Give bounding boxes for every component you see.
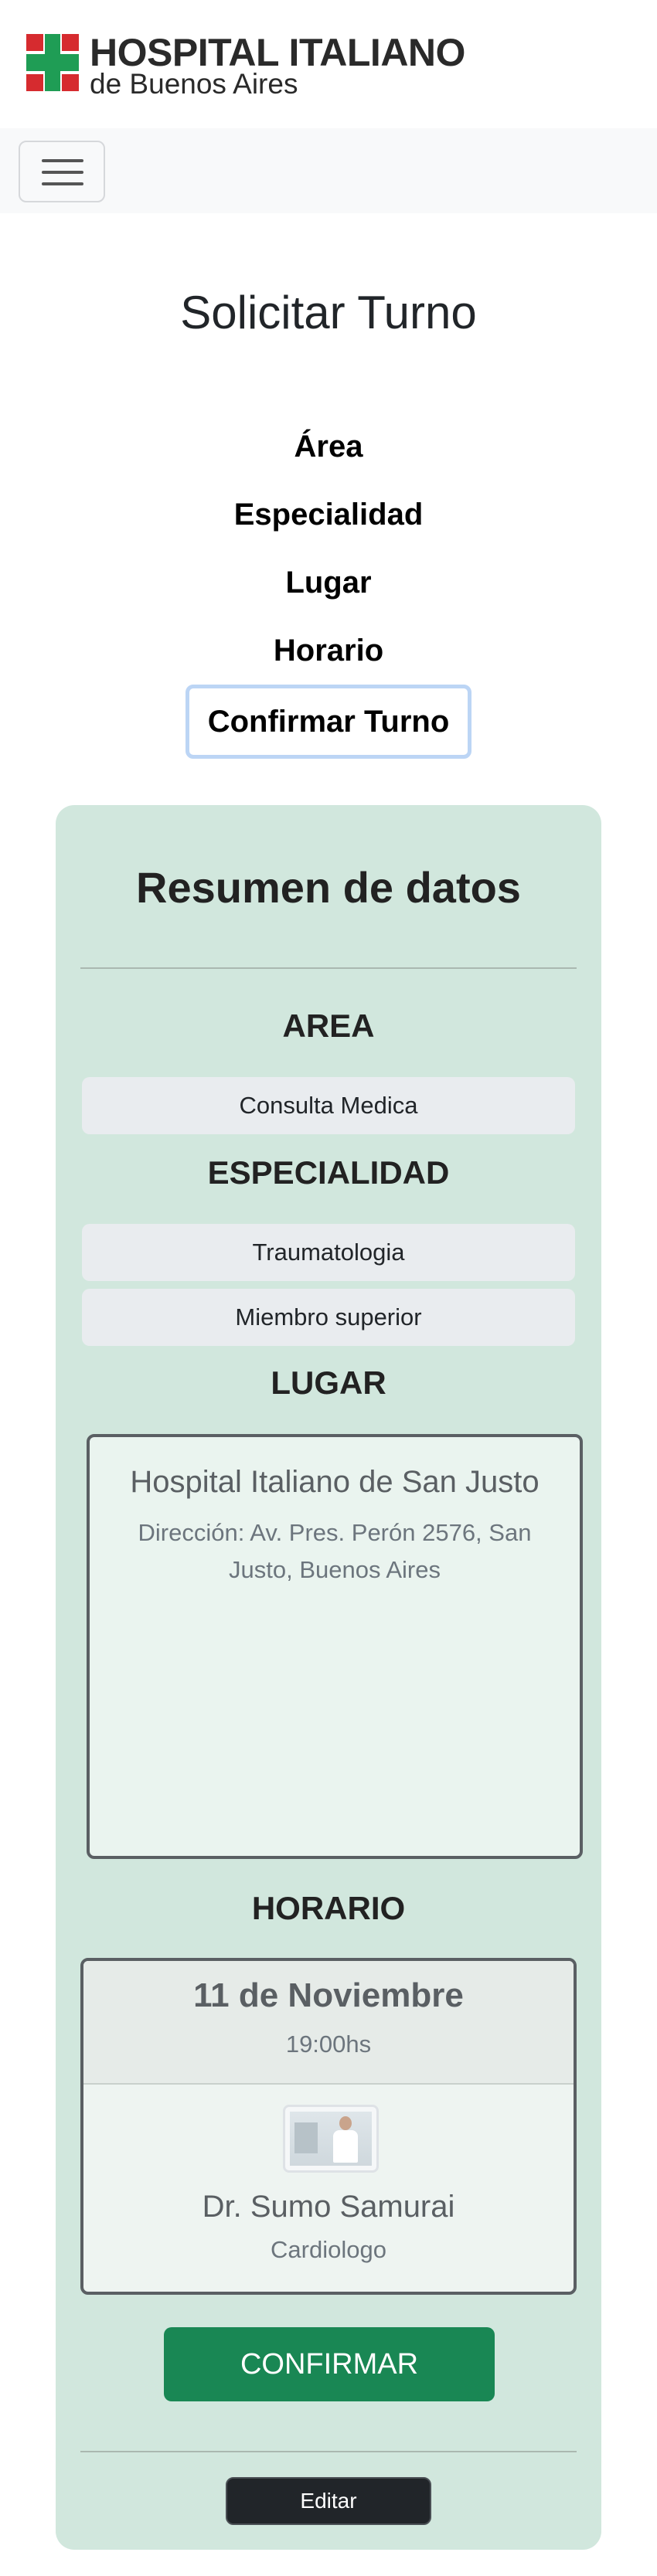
- area-value: Consulta Medica: [82, 1077, 575, 1134]
- place-address: Dirección: Av. Pres. Perón 2576, San Jus…: [138, 1519, 532, 1583]
- confirm-button[interactable]: CONFIRMAR: [164, 2327, 495, 2401]
- step-especialidad[interactable]: Especialidad: [0, 498, 657, 532]
- hamburger-menu-icon: [42, 159, 83, 162]
- step-area[interactable]: Área: [0, 430, 657, 464]
- logo-line-2: de Buenos Aires: [90, 68, 298, 100]
- doctor-name: Dr. Sumo Samurai: [202, 2190, 455, 2224]
- navbar: [0, 128, 657, 213]
- menu-toggle-button[interactable]: [19, 141, 105, 202]
- divider: [80, 967, 577, 969]
- logo-text: HOSPITAL ITALIANO de Buenos Aires: [90, 31, 465, 100]
- step-horario[interactable]: Horario: [0, 634, 657, 668]
- hospital-logo[interactable]: HOSPITAL ITALIANO de Buenos Aires: [26, 31, 465, 100]
- page-title: Solicitar Turno: [180, 287, 477, 338]
- especialidad-heading: ESPECIALIDAD: [207, 1154, 450, 1191]
- place-name: Hospital Italiano de San Justo: [130, 1465, 540, 1499]
- step-confirmar-turno[interactable]: Confirmar Turno: [186, 685, 471, 759]
- summary-card: Resumen de datos AREA Consulta Medica ES…: [56, 805, 601, 2550]
- step-lugar[interactable]: Lugar: [0, 566, 657, 600]
- doctor-specialty: Cardiologo: [271, 2236, 386, 2263]
- summary-title: Resumen de datos: [136, 863, 521, 912]
- lugar-heading: LUGAR: [271, 1364, 386, 1401]
- subespecialidad-value: Miembro superior: [82, 1289, 575, 1346]
- doctor-avatar: [283, 2105, 379, 2173]
- site-header: HOSPITAL ITALIANO de Buenos Aires: [0, 0, 657, 128]
- appointment-date: 11 de Noviembre: [193, 1976, 464, 2014]
- area-heading: AREA: [282, 1008, 375, 1044]
- schedule-card: 11 de Noviembre 19:00hs Dr. Sumo Samurai…: [80, 1958, 577, 2295]
- horario-heading: HORARIO: [251, 1890, 406, 1926]
- logo-line-1: HOSPITAL ITALIANO: [90, 31, 465, 74]
- place-card: Hospital Italiano de San Justo Dirección…: [87, 1434, 583, 1859]
- schedule-header: 11 de Noviembre 19:00hs: [83, 1961, 574, 2085]
- hospital-cross-logo-icon: [26, 34, 79, 91]
- appointment-time: 19:00hs: [285, 2031, 372, 2058]
- especialidad-value: Traumatologia: [82, 1224, 575, 1281]
- edit-button[interactable]: Editar: [226, 2477, 431, 2525]
- divider: [80, 2451, 577, 2452]
